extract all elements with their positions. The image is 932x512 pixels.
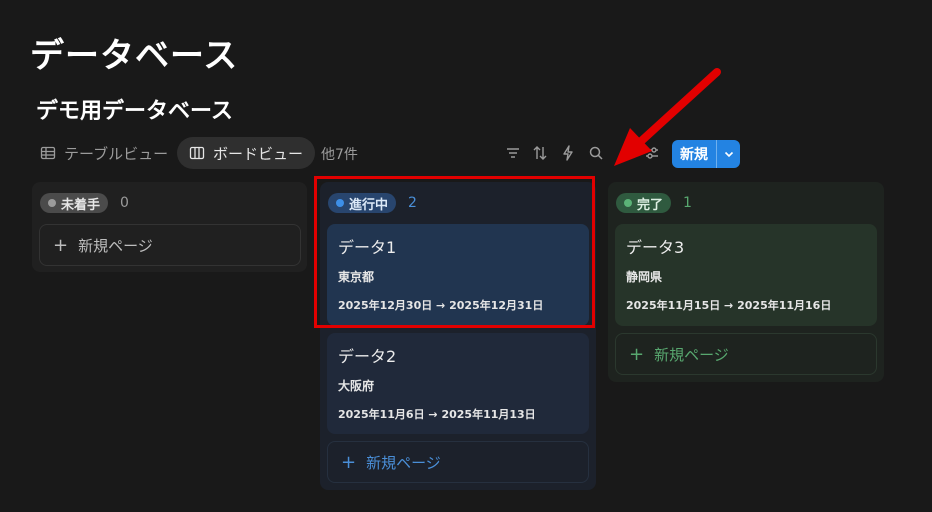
database-title[interactable]: デモ用データベース	[36, 93, 233, 125]
add-page-button-todo[interactable]: + 新規ページ	[39, 224, 301, 266]
add-page-label: 新規ページ	[78, 236, 153, 255]
tab-table-label: テーブルビュー	[64, 144, 169, 163]
tab-table-view[interactable]: テーブルビュー	[34, 137, 174, 169]
status-label: 完了	[637, 197, 664, 213]
card-date-range: 2025年11月6日 → 2025年11月13日	[338, 408, 536, 421]
plus-icon: +	[629, 343, 645, 365]
card-title: データ2	[338, 347, 397, 366]
add-page-button-in-progress[interactable]: + 新規ページ	[327, 441, 589, 483]
table-icon	[40, 146, 56, 160]
highlight-box	[314, 176, 595, 328]
tab-board-label: ボードビュー	[213, 144, 304, 163]
status-badge-done: 完了	[616, 193, 672, 213]
add-page-label: 新規ページ	[654, 345, 729, 364]
plus-icon: +	[53, 234, 69, 256]
annotation-arrow-icon	[614, 68, 721, 166]
add-page-label: 新規ページ	[366, 453, 441, 472]
filter-icon[interactable]	[504, 144, 522, 162]
card-title: データ3	[626, 238, 685, 257]
card-date-range: 2025年11月15日 → 2025年11月16日	[626, 299, 832, 312]
card-data3[interactable]: データ3 静岡県 2025年11月15日 → 2025年11月16日	[615, 224, 877, 326]
page-title: データベース	[30, 36, 239, 76]
card-location: 大阪府	[338, 379, 375, 393]
board-icon	[189, 146, 205, 160]
add-page-button-done[interactable]: + 新規ページ	[615, 333, 877, 375]
tab-board-view[interactable]: ボードビュー	[177, 137, 316, 169]
status-label: 未着手	[61, 197, 101, 213]
status-badge-todo: 未着手	[40, 193, 109, 213]
column-count: 0	[120, 195, 129, 211]
plus-icon: +	[341, 451, 357, 473]
card-data2[interactable]: データ2 大阪府 2025年11月6日 → 2025年11月13日	[327, 333, 589, 434]
lightning-icon[interactable]	[559, 144, 577, 162]
column-count: 1	[683, 195, 692, 211]
status-dot-icon	[48, 199, 56, 207]
column-header: 完了 1	[616, 193, 692, 213]
board-column-done: 完了 1 データ3 静岡県 2025年11月15日 → 2025年11月16日 …	[608, 182, 884, 382]
column-header: 未着手 0	[40, 193, 129, 213]
status-dot-icon	[624, 199, 632, 207]
board-column-todo: 未着手 0 + 新規ページ	[32, 182, 307, 272]
sort-icon[interactable]	[531, 144, 549, 162]
more-views-link[interactable]: 他7件	[321, 144, 358, 164]
card-location: 静岡県	[626, 270, 663, 284]
